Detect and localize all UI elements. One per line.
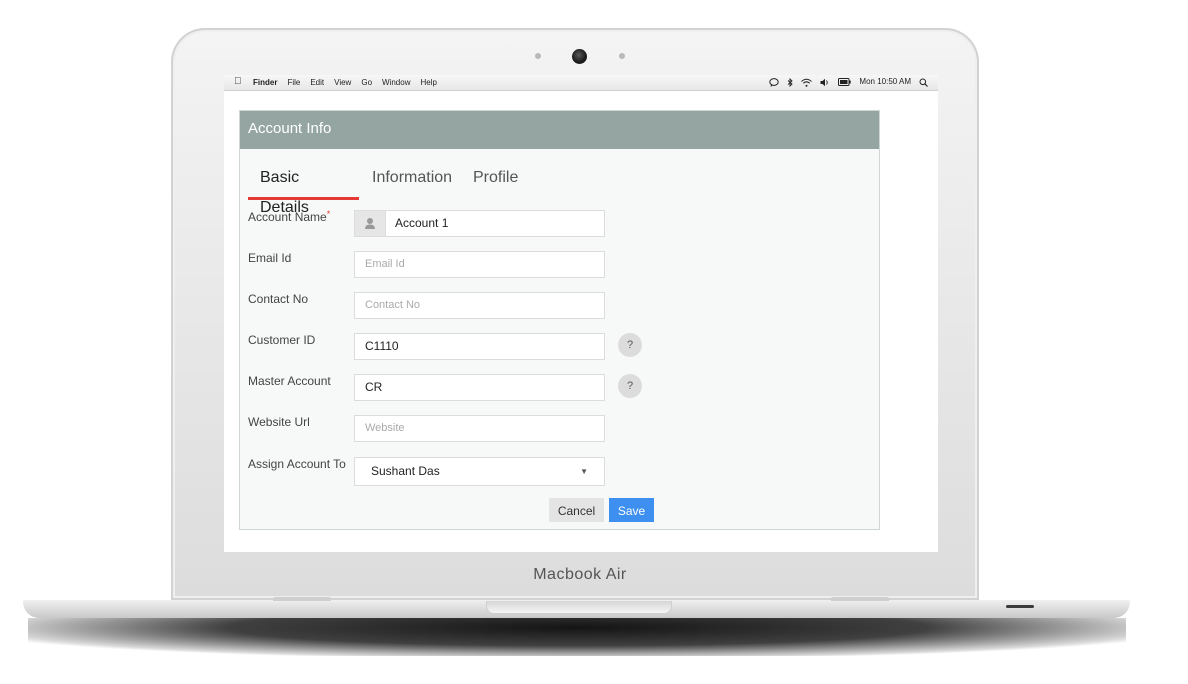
assign-account-select[interactable]: Sushant Das ▼ <box>354 457 605 486</box>
assign-account-value: Sushant Das <box>371 464 440 478</box>
menu-finder[interactable]: Finder <box>253 78 277 87</box>
email-row: Email Id Email Id <box>248 251 868 281</box>
contact-label: Contact No <box>248 292 309 306</box>
mac-menubar:  Finder File Edit View Go Window Help M… <box>224 75 938 91</box>
master-account-field[interactable]: CR <box>354 374 605 401</box>
chevron-down-icon: ▼ <box>580 467 588 476</box>
menubar-menus: Finder File Edit View Go Window Help <box>253 78 437 87</box>
customer-id-field[interactable]: C1110 <box>354 333 605 360</box>
bezel-sensor-left <box>535 53 541 59</box>
cancel-button[interactable]: Cancel <box>549 498 604 522</box>
master-account-label: Master Account <box>248 374 331 388</box>
panel-title: Account Info <box>240 111 879 149</box>
menu-help[interactable]: Help <box>420 78 436 87</box>
user-icon <box>355 211 386 236</box>
customer-id-label: Customer ID <box>248 333 316 347</box>
contact-row: Contact No Contact No <box>248 292 868 322</box>
menu-go[interactable]: Go <box>361 78 372 87</box>
chat-bubble-icon[interactable] <box>769 77 780 87</box>
tab-profile[interactable]: Profile <box>473 163 518 200</box>
customer-id-help-button[interactable]: ? <box>618 333 642 357</box>
search-icon[interactable] <box>919 78 928 87</box>
website-field[interactable]: Website <box>354 415 605 442</box>
account-name-label: Account Name* <box>248 209 331 224</box>
active-tab-indicator <box>248 197 359 200</box>
lid-open-notch <box>486 601 672 614</box>
menu-window[interactable]: Window <box>382 78 410 87</box>
master-account-help-button[interactable]: ? <box>618 374 642 398</box>
bluetooth-icon[interactable] <box>787 77 794 87</box>
menubar-status: Mon 10:50 AM <box>769 77 928 87</box>
account-name-input[interactable]: Account 1 <box>354 210 605 237</box>
account-name-value: Account 1 <box>395 216 449 230</box>
form-actions: Cancel Save <box>248 498 868 528</box>
save-button[interactable]: Save <box>609 498 654 522</box>
master-account-row: Master Account CR ? <box>248 374 868 404</box>
tab-information[interactable]: Information <box>372 163 452 200</box>
website-label: Website Url <box>248 415 310 429</box>
menubar-clock[interactable]: Mon 10:50 AM <box>859 77 911 87</box>
hinge-left <box>273 597 331 601</box>
apple-logo-icon[interactable]:  <box>234 76 242 87</box>
battery-icon[interactable] <box>838 78 852 86</box>
menu-view[interactable]: View <box>334 78 351 87</box>
menu-edit[interactable]: Edit <box>310 78 324 87</box>
screen:  Finder File Edit View Go Window Help M… <box>224 75 938 552</box>
menu-file[interactable]: File <box>287 78 300 87</box>
status-led <box>1006 605 1034 608</box>
email-field[interactable]: Email Id <box>354 251 605 278</box>
bezel-sensor-right <box>619 53 625 59</box>
customer-id-row: Customer ID C1110 ? <box>248 333 868 363</box>
device-label: Macbook Air <box>533 566 627 583</box>
volume-icon[interactable] <box>820 78 830 87</box>
webcam <box>572 49 587 64</box>
laptop-shadow <box>28 618 1126 656</box>
contact-field[interactable]: Contact No <box>354 292 605 319</box>
account-info-panel: Account Info Basic Details Information P… <box>239 110 880 530</box>
assign-account-row: Assign Account To Sushant Das ▼ <box>248 457 868 487</box>
wifi-icon[interactable] <box>801 78 813 87</box>
tab-basic-details[interactable]: Basic Details <box>260 163 309 216</box>
required-marker: * <box>326 209 331 219</box>
website-row: Website Url Website <box>248 415 868 445</box>
hinge-right <box>831 597 889 601</box>
account-name-row: Account Name* Account 1 <box>248 209 868 240</box>
assign-account-label: Assign Account To <box>248 457 346 471</box>
email-label: Email Id <box>248 251 292 265</box>
